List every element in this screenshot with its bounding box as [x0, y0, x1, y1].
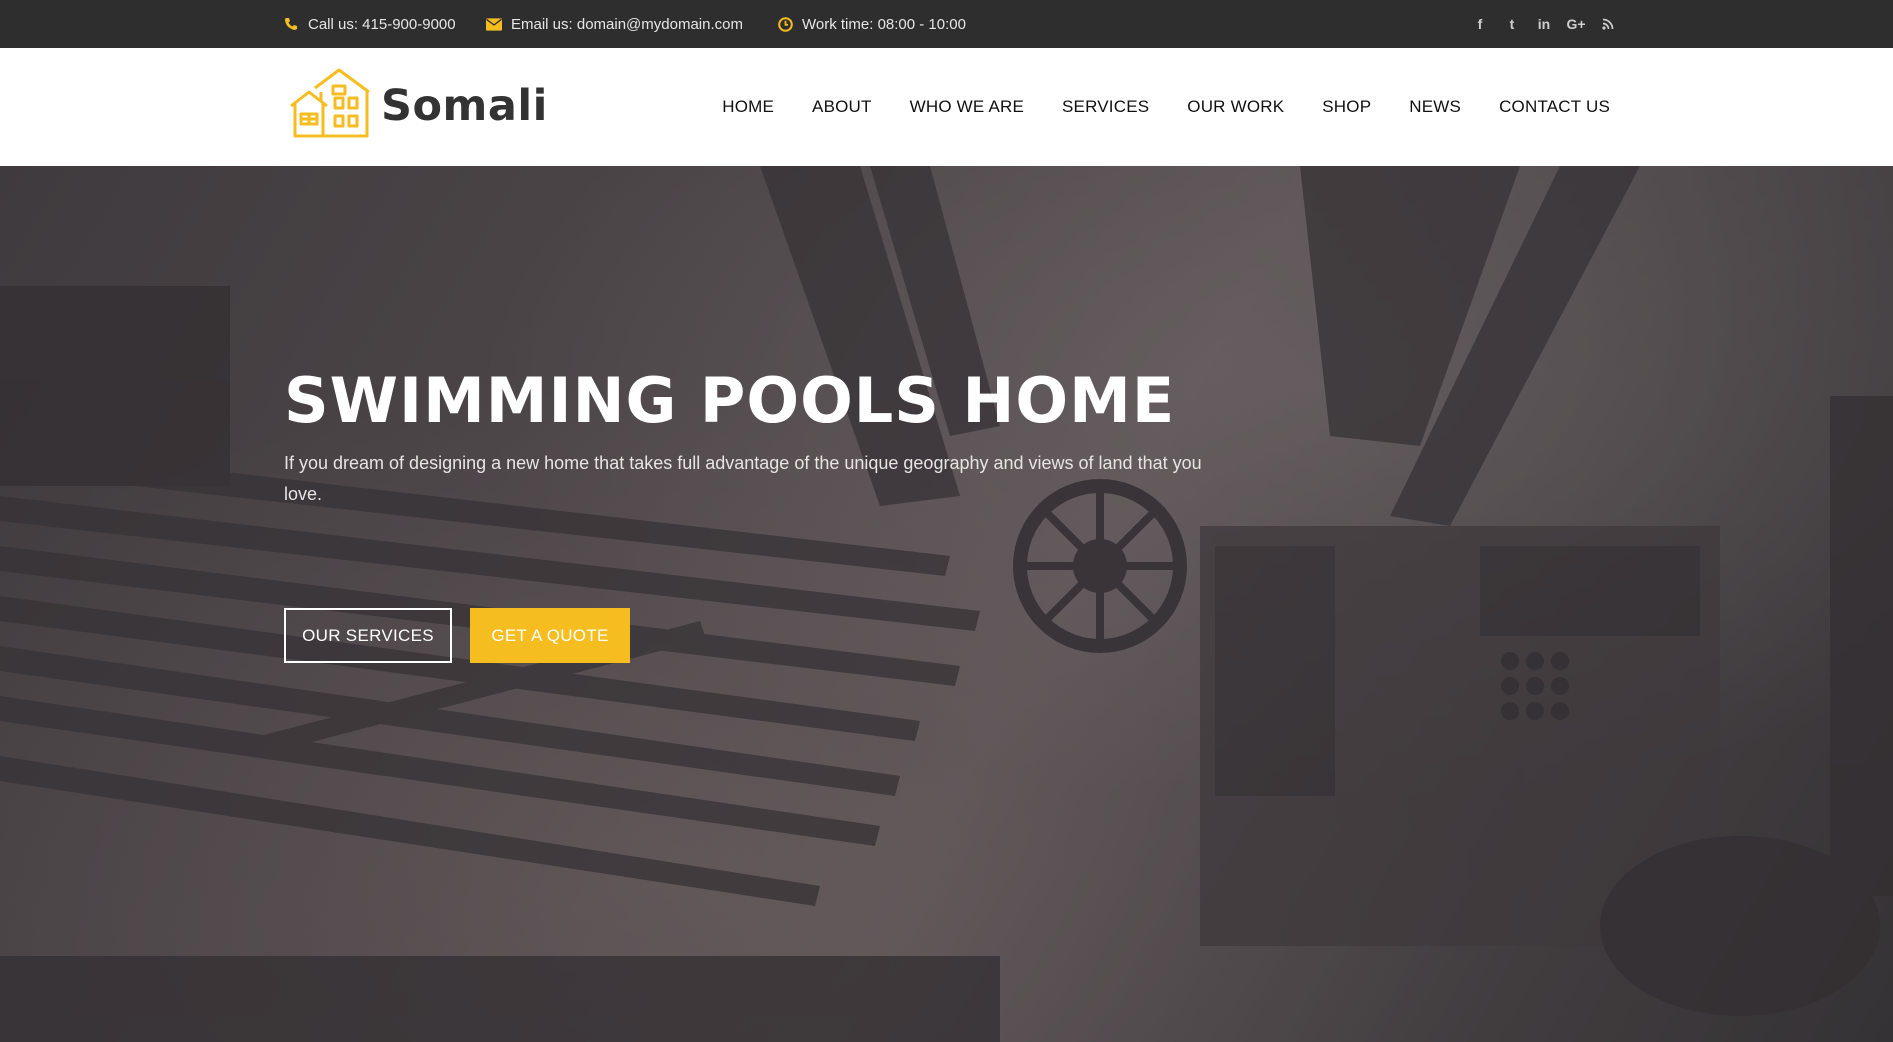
twitter-icon[interactable]: t [1500, 12, 1524, 36]
logo[interactable]: Somali [287, 66, 548, 145]
nav-news[interactable]: NEWS [1409, 97, 1461, 117]
hero-subtitle: If you dream of designing a new home tha… [284, 453, 1202, 504]
hours-text: Work time: 08:00 - 10:00 [802, 15, 966, 33]
contact-phone: Call us: 415-900-9000 [283, 0, 456, 48]
email-text[interactable]: Email us: domain@mydomain.com [511, 16, 743, 33]
clock-icon [777, 16, 793, 32]
google-plus-icon[interactable]: G+ [1564, 12, 1588, 36]
phone-icon [283, 16, 299, 32]
contact-hours: Work time: 08:00 - 10:00 [777, 0, 966, 48]
top-bar: Call us: 415-900-9000 Email us: domain@m… [0, 0, 1893, 48]
our-services-button[interactable]: OUR SERVICES [284, 608, 452, 663]
house-icon [287, 66, 373, 145]
nav-services[interactable]: SERVICES [1062, 97, 1149, 117]
nav-who-we-are[interactable]: WHO WE ARE [910, 97, 1024, 117]
social-links: f t in G+ [1460, 0, 1620, 48]
envelope-icon [486, 16, 502, 32]
linkedin-icon[interactable]: in [1532, 12, 1556, 36]
hero-overlay [0, 166, 1893, 1042]
nav-shop[interactable]: SHOP [1322, 97, 1371, 117]
contact-email: Email us: domain@mydomain.com [486, 0, 743, 48]
site-header: Somali HOME ABOUT WHO WE ARE SERVICES OU… [0, 48, 1893, 167]
nav-our-work[interactable]: OUR WORK [1187, 97, 1284, 117]
hero-title: SWIMMING POOLS HOME [284, 364, 1176, 437]
rss-icon[interactable] [1596, 12, 1620, 36]
get-a-quote-button[interactable]: GET A QUOTE [470, 608, 630, 663]
hero-section: SWIMMING POOLS HOME If you dream of desi… [0, 166, 1893, 1042]
brand-name: Somali [381, 80, 548, 131]
facebook-icon[interactable]: f [1468, 12, 1492, 36]
nav-home[interactable]: HOME [722, 97, 774, 117]
phone-text: Call us: 415-900-9000 [308, 15, 456, 33]
main-nav: HOME ABOUT WHO WE ARE SERVICES OUR WORK … [684, 48, 1610, 166]
nav-about[interactable]: ABOUT [812, 97, 872, 117]
nav-contact-us[interactable]: CONTACT US [1499, 97, 1610, 117]
